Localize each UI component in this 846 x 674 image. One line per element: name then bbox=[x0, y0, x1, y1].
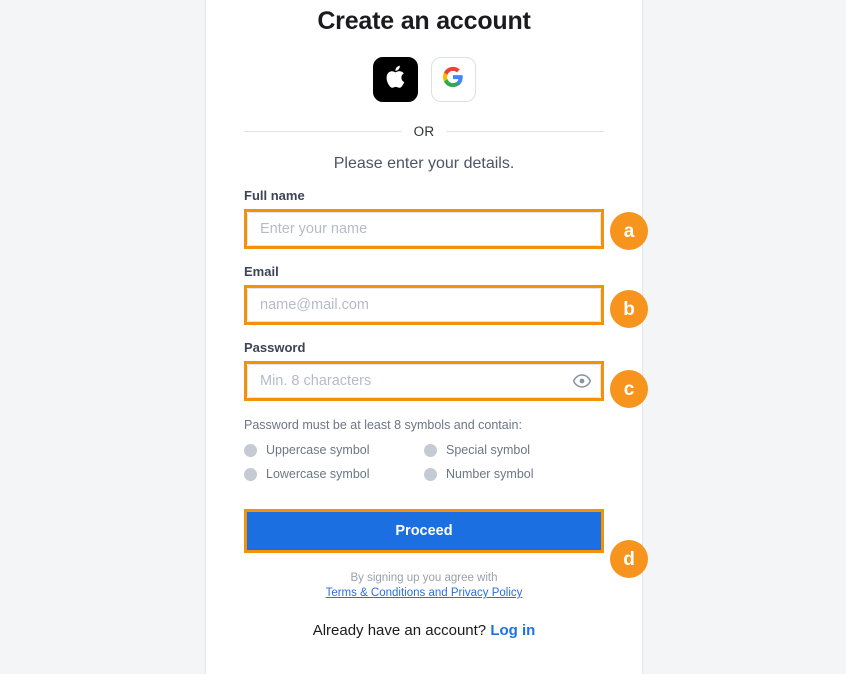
rule-label: Uppercase symbol bbox=[266, 443, 370, 457]
proceed-block: Proceed bbox=[244, 509, 604, 553]
google-icon bbox=[442, 66, 464, 93]
rule-status-dot bbox=[424, 467, 437, 481]
full-name-input[interactable] bbox=[247, 212, 601, 246]
annotation-badge-d: d bbox=[610, 540, 648, 578]
password-input[interactable] bbox=[247, 364, 601, 398]
divider-line-right bbox=[446, 131, 605, 132]
email-highlight bbox=[244, 285, 604, 325]
password-rule-number: Number symbol bbox=[424, 467, 604, 481]
password-rule-lowercase: Lowercase symbol bbox=[244, 467, 424, 481]
proceed-highlight: Proceed bbox=[244, 509, 604, 553]
login-prompt-text: Already have an account? bbox=[312, 622, 487, 639]
password-highlight bbox=[244, 361, 604, 401]
password-requirements-hint: Password must be at least 8 symbols and … bbox=[244, 418, 522, 432]
apple-signin-button[interactable] bbox=[372, 57, 418, 102]
eye-icon[interactable] bbox=[573, 372, 591, 390]
google-signin-button[interactable] bbox=[430, 57, 476, 102]
divider-label: OR bbox=[413, 124, 435, 139]
rule-label: Lowercase symbol bbox=[266, 467, 370, 481]
email-input[interactable] bbox=[247, 288, 601, 322]
social-signin-row bbox=[244, 57, 604, 102]
rule-status-dot bbox=[424, 443, 437, 457]
password-field: Password bbox=[244, 340, 604, 401]
email-field: Email bbox=[244, 264, 604, 325]
proceed-button[interactable]: Proceed bbox=[247, 512, 601, 550]
terms-and-privacy-link[interactable]: Terms & Conditions and Privacy Policy bbox=[326, 587, 523, 599]
annotation-badge-c: c bbox=[610, 370, 648, 408]
annotation-badge-a: a bbox=[610, 212, 648, 250]
terms-prefix: By signing up you agree with bbox=[350, 572, 498, 584]
or-divider: OR bbox=[244, 124, 605, 139]
page-subtitle: Please enter your details. bbox=[333, 155, 515, 172]
login-link[interactable]: Log in bbox=[490, 622, 535, 639]
password-rule-special: Special symbol bbox=[424, 443, 604, 457]
password-label: Password bbox=[244, 340, 306, 355]
password-rule-uppercase: Uppercase symbol bbox=[244, 443, 424, 457]
full-name-field: Full name bbox=[244, 188, 604, 249]
rule-label: Number symbol bbox=[446, 467, 534, 481]
rule-status-dot bbox=[244, 443, 257, 457]
password-requirements-list: Uppercase symbol Special symbol Lowercas… bbox=[244, 443, 604, 481]
signup-page: Create an account OR Please enter your d… bbox=[0, 0, 846, 674]
full-name-label: Full name bbox=[244, 188, 305, 203]
full-name-highlight bbox=[244, 209, 604, 249]
login-prompt-row: Already have an account? Log in bbox=[244, 622, 604, 639]
annotation-badge-b: b bbox=[610, 290, 648, 328]
email-label: Email bbox=[244, 264, 279, 279]
apple-icon bbox=[385, 65, 405, 94]
terms-notice: By signing up you agree with Terms & Con… bbox=[244, 571, 604, 601]
rule-status-dot bbox=[244, 467, 257, 481]
rule-label: Special symbol bbox=[446, 443, 531, 457]
divider-line-left bbox=[244, 131, 402, 132]
signup-card: Create an account OR Please enter your d… bbox=[205, 0, 643, 674]
page-title: Create an account bbox=[317, 7, 531, 35]
